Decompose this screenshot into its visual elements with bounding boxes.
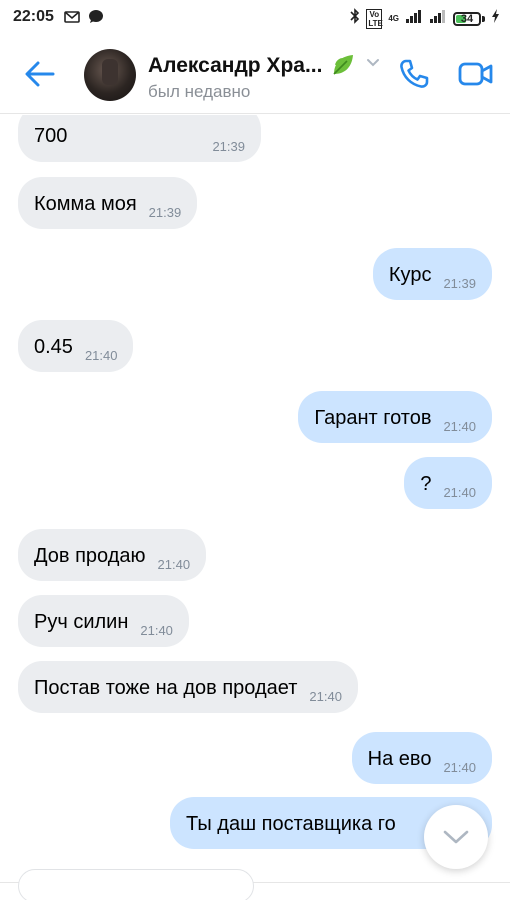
message-bubble[interactable]: 700 21:39: [18, 115, 261, 162]
message-bubble[interactable]: Гарант готов 21:40: [298, 391, 492, 443]
battery-icon: 34: [453, 11, 485, 26]
message-bubble[interactable]: Комма моя 21:39: [18, 177, 198, 229]
message-text: 0.45: [34, 336, 73, 358]
avatar[interactable]: [84, 49, 136, 101]
signal-icon: [405, 9, 423, 28]
message-time: 21:40: [443, 760, 476, 775]
message-time: 21:39: [212, 139, 245, 154]
message-bubble[interactable]: Дов продаю 21:40: [18, 529, 207, 581]
leaf-icon: [330, 52, 356, 78]
video-call-button[interactable]: [456, 56, 496, 92]
message-text: Ты даш поставщика го: [186, 813, 396, 835]
phone-icon: [400, 59, 429, 88]
message-text: Постав тоже на дов продает: [34, 677, 298, 699]
message-time: 21:40: [309, 689, 342, 704]
network-type: 4G: [388, 14, 399, 23]
chat-header: Александр Хра... был недавно: [0, 34, 510, 114]
video-camera-icon: [458, 62, 493, 86]
chevron-down-icon[interactable]: [366, 56, 380, 70]
message-time: 21:40: [140, 623, 173, 638]
composer-bar: [0, 869, 510, 900]
signal-icon-2: [429, 9, 447, 28]
message-bubble[interactable]: ? 21:40: [404, 457, 492, 509]
message-text: Дов продаю: [34, 545, 146, 567]
scroll-down-button[interactable]: [424, 805, 488, 869]
message-bubble[interactable]: 0.45 21:40: [18, 320, 134, 372]
message-text: Комма моя: [34, 193, 137, 215]
message-time: 21:40: [443, 419, 476, 434]
back-button[interactable]: [20, 54, 60, 94]
message-text: Курс: [388, 264, 432, 286]
volte-badge: Vo LTE: [366, 8, 383, 29]
arrow-left-icon: [25, 61, 55, 87]
bluetooth-icon: [350, 8, 360, 29]
charging-icon: [491, 9, 500, 28]
message-text: Руч силин: [34, 611, 129, 633]
message-time: 21:40: [443, 485, 476, 500]
message-bubble[interactable]: Постав тоже на дов продает 21:40: [18, 661, 358, 713]
status-time: 22:05: [13, 8, 54, 25]
message-text: 700: [34, 125, 68, 147]
message-time: 21:39: [148, 205, 182, 220]
status-bar: 22:05 Vo LTE 4G 34: [0, 0, 510, 34]
message-bubble[interactable]: На ево 21:40: [351, 732, 492, 784]
message-text: ?: [420, 473, 432, 495]
message-text: На ево: [367, 748, 432, 770]
mail-icon: [64, 10, 80, 28]
contact-status: был недавно: [148, 82, 251, 101]
message-bubble[interactable]: Руч силин 21:40: [18, 595, 189, 647]
chevron-down-icon: [443, 830, 469, 844]
message-input[interactable]: [18, 869, 254, 900]
message-time: 21:40: [157, 557, 191, 572]
call-button[interactable]: [396, 56, 432, 92]
message-time: 21:40: [84, 348, 118, 363]
chat-bubble-icon: [88, 9, 104, 29]
contact-name[interactable]: Александр Хра...: [148, 54, 322, 78]
message-bubble[interactable]: Курс 21:39: [372, 248, 492, 300]
message-list[interactable]: 700 21:39 Комма моя 21:39 Курс 21:39 0.4…: [0, 115, 510, 882]
battery-level: 34: [460, 12, 474, 25]
message-text: Гарант готов: [314, 407, 432, 429]
message-time: 21:39: [443, 276, 476, 291]
